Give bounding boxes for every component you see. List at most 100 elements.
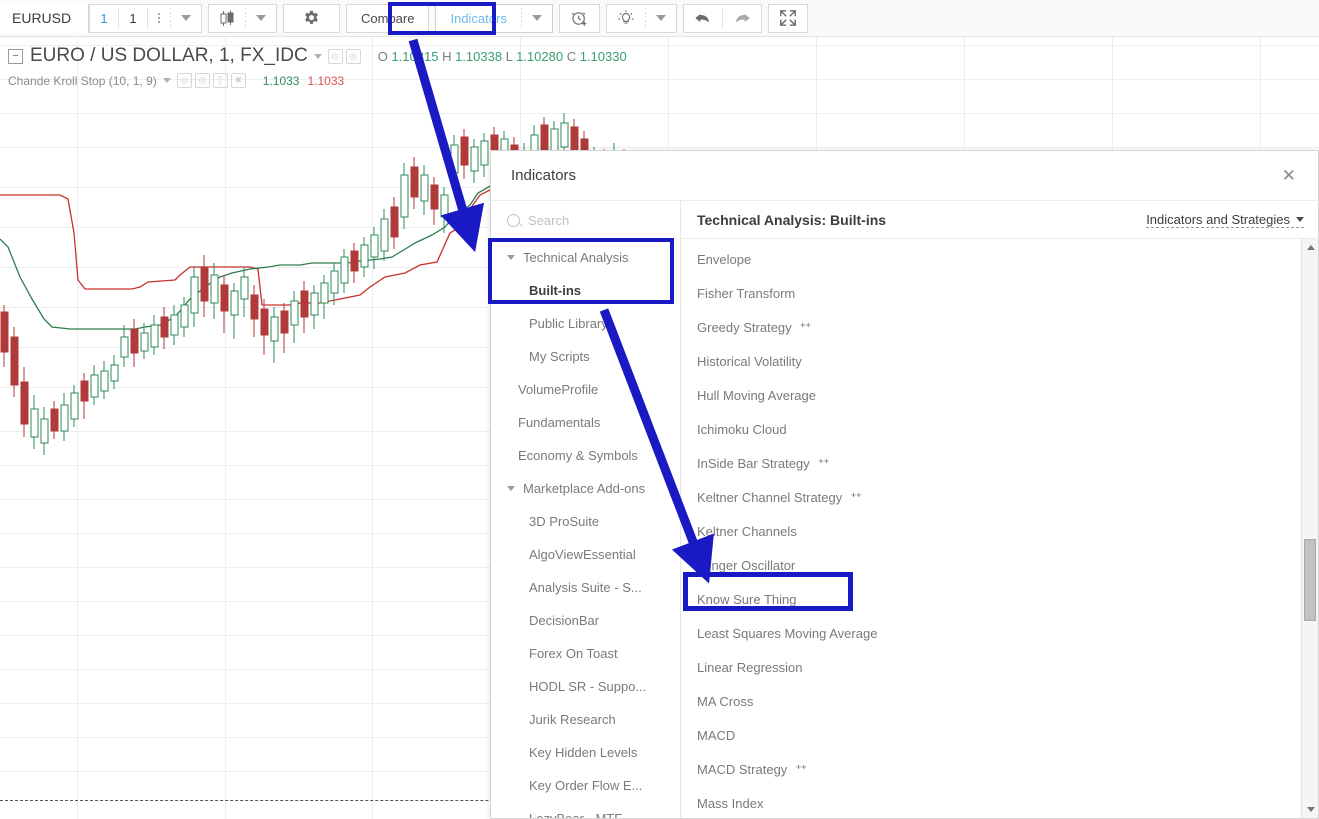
- dialog-header: Indicators ✕: [491, 151, 1318, 201]
- sidebar-item[interactable]: VolumeProfile: [491, 373, 680, 406]
- sidebar-item[interactable]: Built-ins: [491, 274, 680, 307]
- study-legend-row: Chande Kroll Stop (10, 1, 9) ◎ ◎ ⟦ ✖ 1.1…: [8, 73, 627, 88]
- redo-arrow-icon[interactable]: [723, 5, 761, 32]
- triangle-down-icon: [507, 486, 515, 491]
- undo-arrow-icon[interactable]: [684, 5, 722, 32]
- indicator-list-item[interactable]: Historical Volatility: [681, 344, 1318, 378]
- chevron-down-icon[interactable]: [162, 78, 171, 83]
- indicators-group: Indicators: [435, 3, 553, 33]
- indicator-list-item[interactable]: Hull Moving Average: [681, 378, 1318, 412]
- sidebar-item-label: 3D ProSuite: [529, 514, 600, 529]
- indicator-list-item[interactable]: Keltner Channel Strategy ⁺⁺: [681, 480, 1318, 514]
- sidebar-item[interactable]: Key Hidden Levels: [491, 736, 680, 769]
- indicator-list-item[interactable]: Know Sure Thing: [681, 582, 1318, 616]
- scroll-up-button[interactable]: [1302, 239, 1319, 256]
- study-value-upper: 1.1033: [262, 73, 300, 88]
- indicator-list-item[interactable]: Ichimoku Cloud: [681, 412, 1318, 446]
- candlestick-icon[interactable]: [209, 5, 245, 32]
- sidebar-item[interactable]: Economy & Symbols: [491, 439, 680, 472]
- dialog-title: Indicators: [511, 167, 577, 184]
- compare-button[interactable]: Compare: [347, 5, 428, 32]
- sidebar-item[interactable]: Marketplace Add-ons: [491, 472, 680, 505]
- visibility-icon[interactable]: ◎: [327, 48, 343, 64]
- sidebar-category-list[interactable]: Technical Analysis Built-ins Public Librar…: [491, 239, 680, 818]
- vertical-dots-icon[interactable]: [148, 5, 170, 32]
- sidebar-item[interactable]: Jurik Research: [491, 703, 680, 736]
- sidebar-item-label: HODL SR - Suppo...: [529, 679, 647, 694]
- strategy-badge-icon: ⁺⁺: [817, 456, 830, 470]
- sidebar-item[interactable]: Analysis Suite - S...: [491, 571, 680, 604]
- settings-icon[interactable]: ◎: [194, 73, 210, 88]
- ohlc-l-value: 1.10280: [516, 48, 564, 64]
- resolution-second[interactable]: 1: [119, 5, 147, 32]
- chart-style-group: [208, 3, 277, 33]
- indicator-label: Mass Index: [697, 795, 764, 811]
- visibility-icon[interactable]: ◎: [176, 73, 192, 88]
- indicators-button[interactable]: Indicators: [436, 5, 520, 32]
- source-icon[interactable]: ⟦: [212, 73, 228, 88]
- resolution-active[interactable]: 1: [90, 5, 118, 32]
- sidebar-item-label: Public Library: [529, 316, 608, 331]
- indicator-list-item[interactable]: Keltner Channels: [681, 514, 1318, 548]
- chart-settings-icon[interactable]: ◎: [345, 48, 361, 64]
- indicator-list-item[interactable]: Greedy Strategy ⁺⁺: [681, 310, 1318, 344]
- indicator-list-item[interactable]: InSide Bar Strategy ⁺⁺: [681, 446, 1318, 480]
- chevron-down-icon[interactable]: [313, 53, 322, 59]
- lightbulb-icon[interactable]: [607, 5, 645, 32]
- sidebar-item[interactable]: HODL SR - Suppo...: [491, 670, 680, 703]
- gear-icon[interactable]: [293, 5, 330, 32]
- scrollbar-thumb[interactable]: [1304, 539, 1316, 621]
- indicator-label: Envelope: [697, 251, 752, 267]
- indicator-list-item[interactable]: Mass Index: [681, 786, 1318, 818]
- alert-group: [558, 3, 600, 33]
- sidebar-item[interactable]: 3D ProSuite: [491, 505, 680, 538]
- search-input[interactable]: Search: [491, 201, 680, 239]
- fullscreen-group: [767, 3, 808, 33]
- indicator-list-item[interactable]: Envelope: [681, 242, 1318, 276]
- fullscreen-expand-icon[interactable]: [769, 5, 807, 32]
- sidebar-item[interactable]: Key Order Flow E...: [491, 769, 680, 802]
- resolution-chevron-down-icon[interactable]: [171, 5, 201, 32]
- indicator-list-item[interactable]: Fisher Transform: [681, 276, 1318, 310]
- indicators-and-strategies-filter[interactable]: Indicators and Strategies: [1146, 212, 1304, 228]
- chart-style-chevron-down-icon[interactable]: [246, 5, 276, 32]
- indicator-list-item[interactable]: MA Cross: [681, 684, 1318, 718]
- dialog-main: Technical Analysis: Built-ins Indicators…: [681, 201, 1318, 818]
- sidebar-item-label: Fundamentals: [518, 415, 601, 430]
- sidebar-item[interactable]: AlgoViewEssential: [491, 538, 680, 571]
- sidebar-item[interactable]: LazyBear - MTF: [491, 802, 680, 818]
- indicator-list-item[interactable]: Klinger Oscillator: [681, 548, 1318, 582]
- sidebar-item[interactable]: My Scripts: [491, 340, 680, 373]
- chart-title: EURO / US DOLLAR, 1, FX_IDC: [30, 45, 308, 66]
- ohlc-o-label: O: [377, 48, 388, 64]
- indicators-chevron-down-icon[interactable]: [522, 5, 552, 32]
- sidebar-item[interactable]: Technical Analysis: [491, 241, 680, 274]
- indicator-list-item[interactable]: MACD Strategy ⁺⁺: [681, 752, 1318, 786]
- close-x-icon[interactable]: ✕: [1276, 163, 1302, 188]
- indicator-list-item[interactable]: Least Squares Moving Average: [681, 616, 1318, 650]
- indicator-list-item[interactable]: MACD: [681, 718, 1318, 752]
- indicator-label: Fisher Transform: [697, 285, 796, 301]
- symbol-button[interactable]: EURUSD: [0, 4, 88, 33]
- indicator-list-scrollbar[interactable]: [1301, 239, 1318, 818]
- remove-icon[interactable]: ✖: [230, 73, 246, 88]
- indicator-label: Hull Moving Average: [697, 387, 816, 403]
- sidebar-item[interactable]: Forex On Toast: [491, 637, 680, 670]
- sidebar-item-label: Key Order Flow E...: [529, 778, 643, 793]
- sidebar-item[interactable]: Public Library: [491, 307, 680, 340]
- minus-square-icon[interactable]: −: [8, 48, 23, 64]
- sidebar-item-label: Economy & Symbols: [518, 448, 638, 463]
- main-header-row: Technical Analysis: Built-ins Indicators…: [681, 201, 1318, 239]
- sidebar-item[interactable]: DecisionBar: [491, 604, 680, 637]
- strategy-badge-icon: ⁺⁺: [799, 320, 812, 334]
- ohlc-h-label: H: [442, 48, 452, 64]
- sidebar-item-label: LazyBear - MTF: [529, 811, 622, 818]
- sidebar-item-label: Key Hidden Levels: [529, 745, 638, 760]
- sidebar-item[interactable]: Fundamentals: [491, 406, 680, 439]
- idea-chevron-down-icon[interactable]: [646, 5, 676, 32]
- indicator-list-item[interactable]: Linear Regression: [681, 650, 1318, 684]
- alarm-clock-plus-icon[interactable]: [560, 5, 599, 32]
- scroll-down-button[interactable]: [1302, 801, 1319, 818]
- indicator-list[interactable]: Envelope Fisher Transform Greedy Strategy ⁺…: [681, 239, 1318, 818]
- chart-legend: − EURO / US DOLLAR, 1, FX_IDC ◎ ◎ O 1.10…: [8, 45, 627, 88]
